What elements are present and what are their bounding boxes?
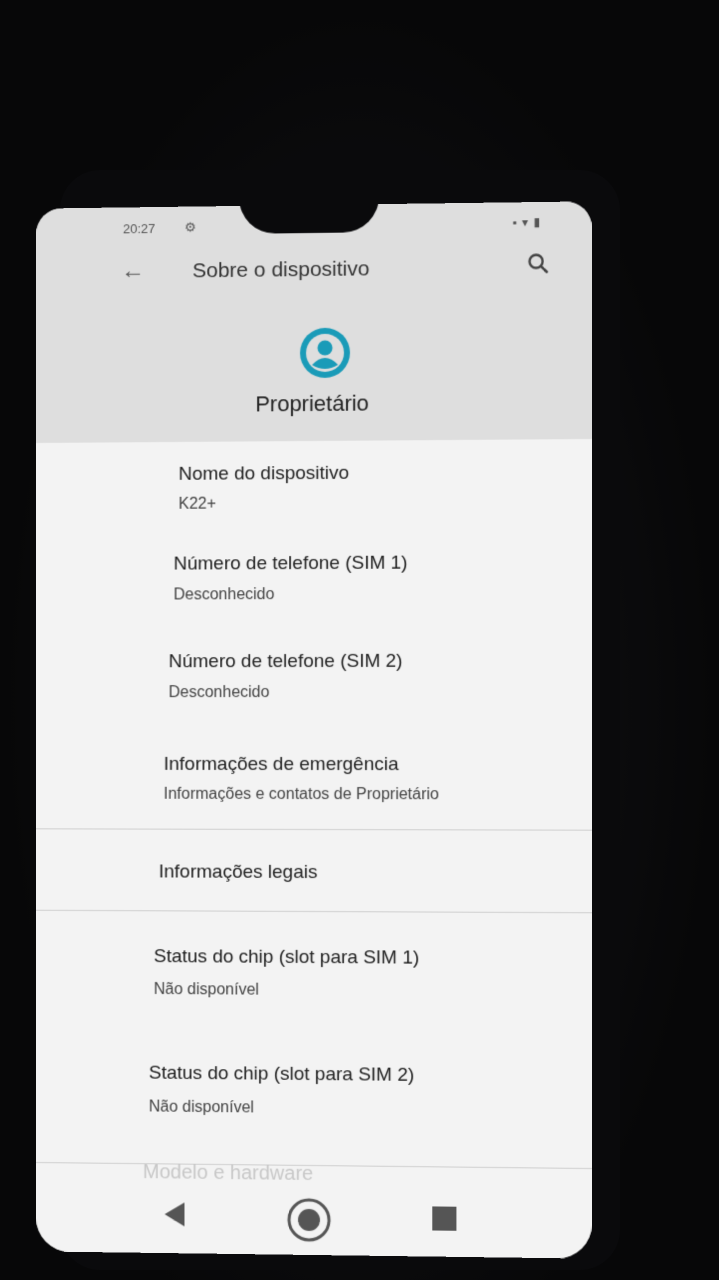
navigation-bar: Modelo e hardware [36,1161,592,1259]
page-title: Sobre o dispositivo [192,257,370,283]
item-title: Nome do dispositivo [178,462,350,485]
item-title: Número de telefone (SIM 1) [173,552,408,575]
list-item-model-hardware[interactable]: Modelo e hardware [143,1161,313,1186]
item-title: Status do chip (slot para SIM 2) [148,1062,415,1086]
status-time: 20:27 [123,220,156,237]
list-item-sim1-status[interactable]: Status do chip (slot para SIM 1) Não dis… [36,911,592,1026]
item-title: Status do chip (slot para SIM 1) [153,946,420,969]
device-screen: 20:27 ⚙ ▪ ▾ ▮ ← Sobre o dispositivo Prop… [36,201,592,1259]
nav-recents-icon[interactable] [432,1206,457,1231]
search-icon[interactable] [527,252,549,279]
item-subtitle: K22+ [178,495,217,513]
owner-label[interactable]: Proprietário [36,389,592,420]
item-title: Informações de emergência [163,753,399,776]
toolbar: ← Sobre o dispositivo [36,238,592,300]
settings-notification-icon: ⚙ [184,219,197,235]
header-area: 20:27 ⚙ ▪ ▾ ▮ ← Sobre o dispositivo Prop… [36,201,592,443]
item-subtitle: Informações e contatos de Proprietário [163,785,440,804]
list-item-sim2-status[interactable]: Status do chip (slot para SIM 2) Não dis… [36,1022,592,1167]
item-title: Número de telefone (SIM 2) [168,650,403,673]
list-item-device-name[interactable]: Nome do dispositivo K22+ [36,439,592,524]
status-icons: ▪ ▾ ▮ [512,215,542,230]
item-subtitle: Não disponível [148,1098,254,1117]
back-arrow-icon[interactable]: ← [121,257,145,285]
list-item-phone-sim2[interactable]: Número de telefone (SIM 2) Desconhecido [36,620,592,719]
camera-notch [239,201,380,234]
nav-back-icon[interactable] [163,1201,187,1232]
item-subtitle: Não disponível [153,981,259,999]
list-item-phone-sim1[interactable]: Número de telefone (SIM 1) Desconhecido [36,522,592,622]
photo-background: 20:27 ⚙ ▪ ▾ ▮ ← Sobre o dispositivo Prop… [0,0,719,1280]
item-subtitle: Desconhecido [173,586,275,604]
list-item-legal-info[interactable]: Informações legais [36,829,592,911]
item-title: Informações legais [158,861,318,884]
owner-avatar-icon[interactable] [298,326,352,386]
nav-home-icon[interactable] [286,1197,332,1249]
list-item-emergency-info[interactable]: Informações de emergência Informações e … [36,719,592,828]
item-subtitle: Desconhecido [168,684,270,702]
